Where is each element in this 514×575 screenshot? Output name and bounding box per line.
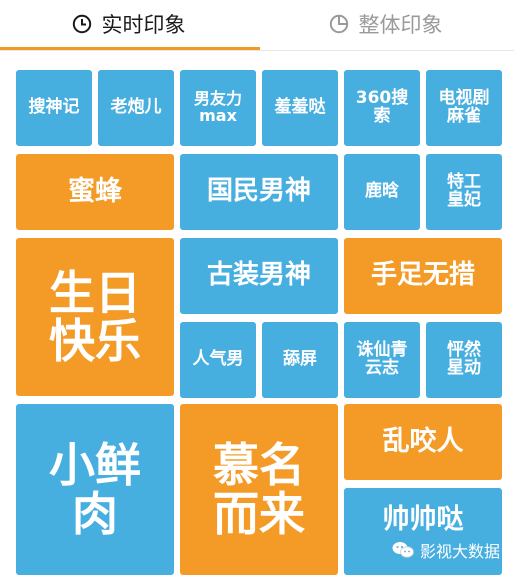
tag-tile[interactable]: 慕名 而来 (180, 404, 338, 575)
tab-realtime[interactable]: 实时印象 (0, 0, 257, 48)
tab-overall[interactable]: 整体印象 (257, 0, 514, 48)
tag-tile[interactable]: 电视剧 麻雀 (426, 70, 502, 146)
tab-overall-label: 整体印象 (358, 13, 443, 37)
tag-tile[interactable]: 诛仙青 云志 (344, 322, 420, 398)
tag-tile[interactable]: 舔屏 (262, 322, 338, 398)
tag-tile[interactable]: 360搜 索 (344, 70, 420, 146)
tag-tile[interactable]: 怦然 星动 (426, 322, 502, 398)
tag-tile[interactable]: 特工 皇妃 (426, 154, 502, 230)
tag-tile[interactable]: 男友力 max (180, 70, 256, 146)
tag-tile[interactable]: 羞羞哒 (262, 70, 338, 146)
clock-icon (72, 14, 92, 34)
tab-realtime-label: 实时印象 (101, 13, 186, 37)
tab-divider (0, 50, 514, 51)
pie-chart-icon (329, 14, 349, 34)
tag-tile[interactable]: 乱咬人 (344, 404, 502, 480)
tag-tile[interactable]: 人气男 (180, 322, 256, 398)
tag-tile[interactable]: 古装男神 (180, 238, 338, 314)
tag-tile[interactable]: 生日 快乐 (16, 238, 174, 396)
wechat-icon (392, 541, 414, 559)
tag-cloud-grid: 搜神记 老炮儿 男友力 max 羞羞哒 360搜 索 电视剧 麻雀 蜜蜂 国民男… (8, 62, 514, 575)
tag-tile[interactable]: 鹿晗 (344, 154, 420, 230)
tag-tile[interactable]: 搜神记 (16, 70, 92, 146)
watermark: 影视大数据 (392, 539, 500, 561)
tag-tile[interactable]: 老炮儿 (98, 70, 174, 146)
tag-tile[interactable]: 小鲜 肉 (16, 404, 174, 575)
tag-tile[interactable]: 国民男神 (180, 154, 338, 230)
tag-tile[interactable]: 手足无措 (344, 238, 502, 314)
watermark-text: 影视大数据 (420, 542, 501, 561)
tag-tile[interactable]: 蜜蜂 (16, 154, 174, 230)
tab-bar: 实时印象 整体印象 (0, 0, 514, 51)
